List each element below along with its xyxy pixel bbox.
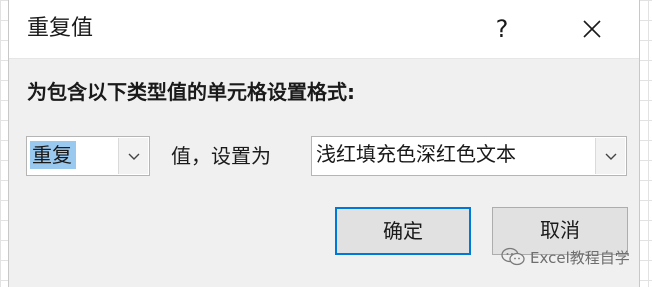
instruction-label: 为包含以下类型值的单元格设置格式:	[27, 80, 355, 104]
watermark: Excel教程自学	[501, 244, 630, 270]
close-button[interactable]	[569, 8, 615, 50]
format-select[interactable]: 浅红填充色深红色文本	[311, 136, 627, 176]
close-icon	[583, 20, 601, 38]
format-select-value: 浅红填充色深红色文本	[316, 142, 516, 166]
duplicate-values-dialog: 重复值 ? 为包含以下类型值的单元格设置格式: 重复 值，设置为 浅红填充色深红…	[8, 0, 640, 287]
title-bar: 重复值 ?	[9, 0, 639, 59]
wechat-icon	[501, 247, 525, 266]
chevron-down-icon	[128, 153, 139, 160]
watermark-text: Excel教程自学	[530, 248, 630, 267]
values-set-to-label: 值，设置为	[171, 144, 271, 168]
chevron-down-icon	[605, 153, 616, 160]
duplicate-select-dropdown-button[interactable]	[118, 138, 148, 174]
help-button[interactable]: ?	[479, 8, 525, 50]
dialog-title: 重复值	[27, 16, 94, 41]
duplicate-select-value: 重复	[30, 141, 76, 169]
ok-button[interactable]: 确定	[335, 207, 471, 255]
duplicate-unique-select[interactable]: 重复	[26, 136, 150, 176]
format-select-dropdown-button[interactable]	[595, 138, 625, 174]
